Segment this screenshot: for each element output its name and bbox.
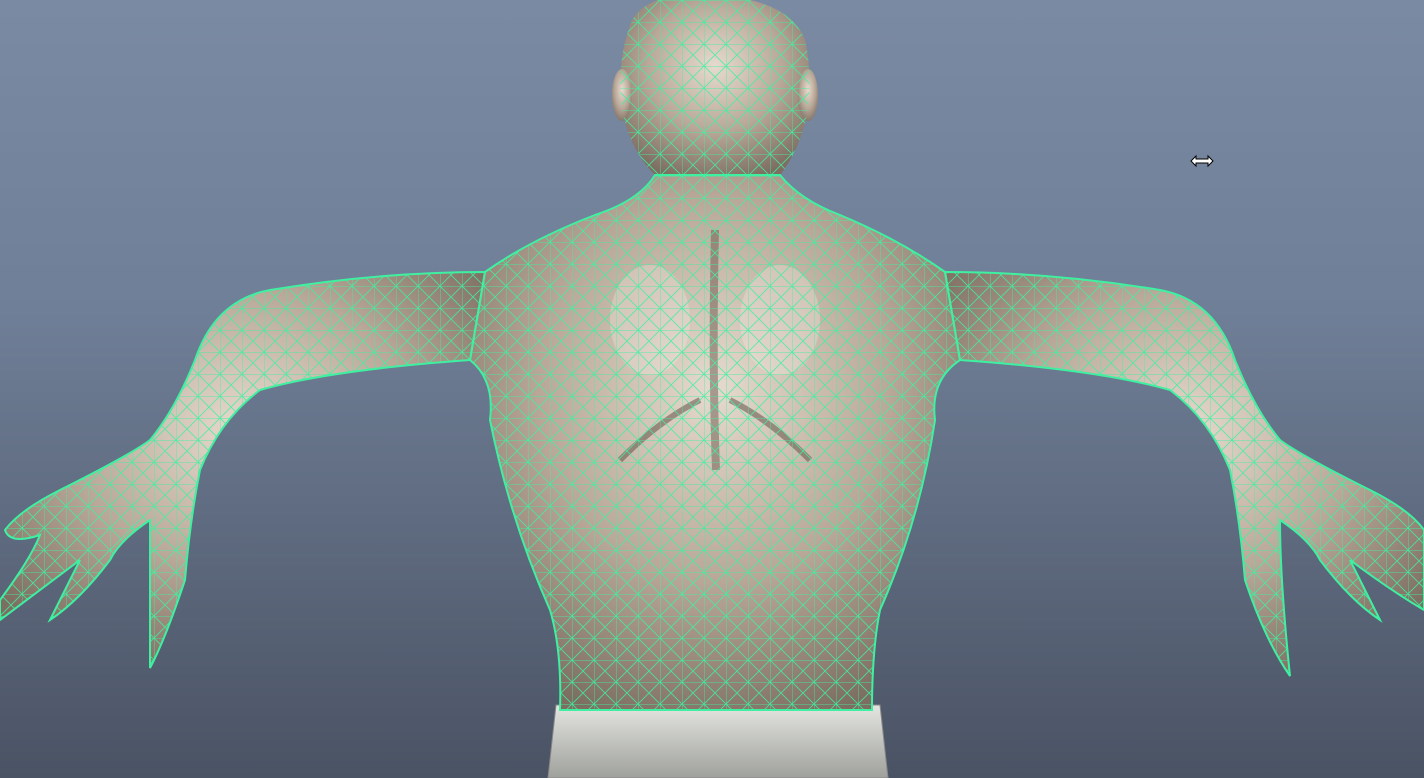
3d-viewport[interactable] xyxy=(0,0,1424,778)
wireframe-overlay xyxy=(0,0,1424,711)
pants-waistband xyxy=(547,704,889,778)
character-model[interactable] xyxy=(0,0,1424,778)
resize-horizontal-cursor-icon xyxy=(1190,154,1214,168)
